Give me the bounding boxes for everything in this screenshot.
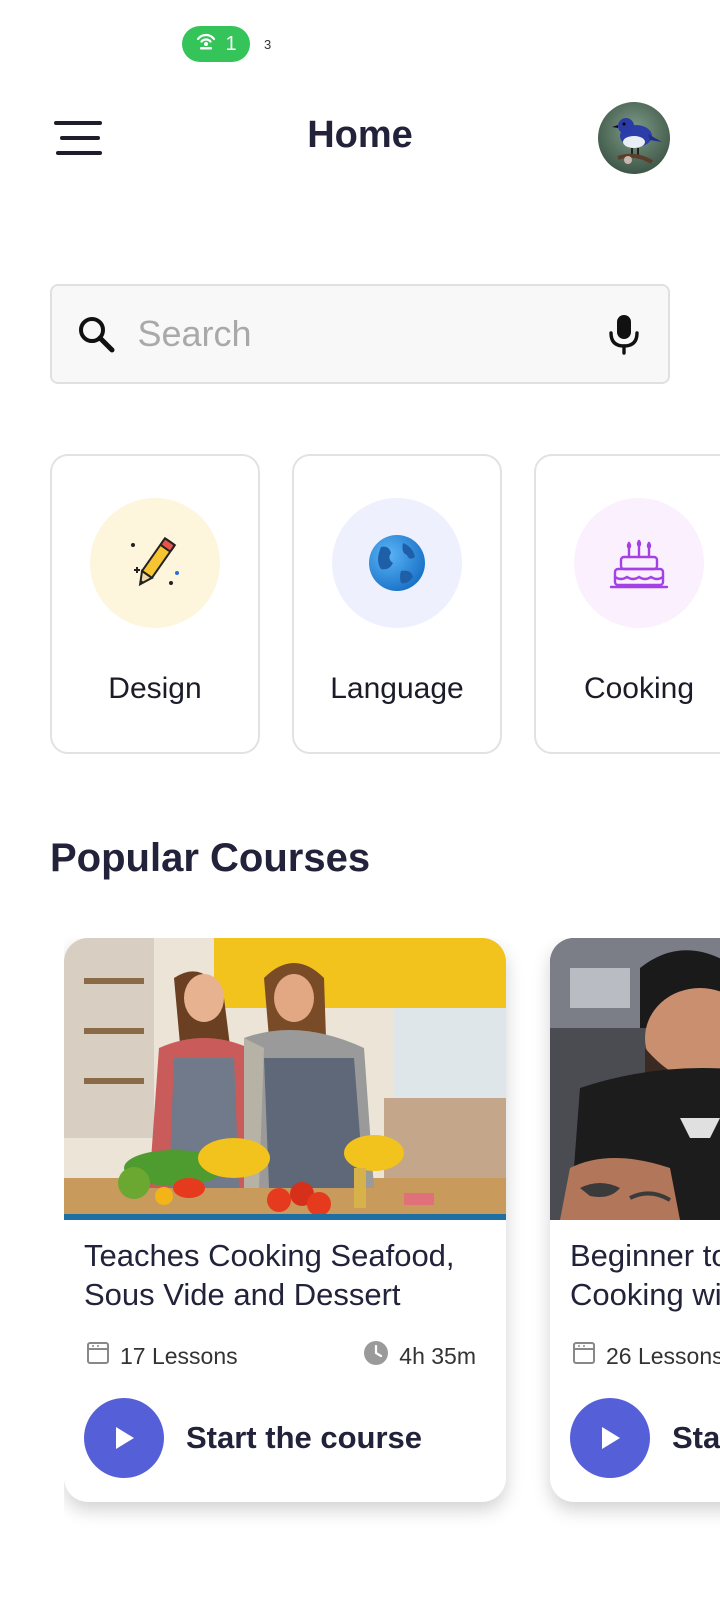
- hotspot-count: 1: [225, 32, 237, 55]
- play-icon: [116, 1427, 134, 1449]
- cake-icon: [609, 539, 669, 589]
- duration: 4h 35m: [363, 1340, 476, 1372]
- clock-icon: [363, 1340, 389, 1372]
- category-label: Design: [108, 672, 202, 705]
- category-card-language[interactable]: Language: [292, 454, 502, 754]
- category-icon-circle: [90, 498, 220, 628]
- course-title: Teaches Cooking Seafood, Sous Vide and D…: [84, 1238, 455, 1312]
- play-button[interactable]: [570, 1398, 650, 1478]
- course-meta: 17 Lessons 4h 35m: [64, 1336, 506, 1376]
- category-label: Language: [330, 672, 464, 705]
- pencil-icon: [131, 536, 179, 587]
- status-bar: 1 3: [182, 26, 271, 62]
- start-course-button[interactable]: Start the course: [570, 1398, 720, 1478]
- section-title-popular: Popular Courses: [50, 836, 371, 880]
- lessons-label: 17 Lessons: [120, 1342, 238, 1369]
- lessons-count: 17 Lessons: [86, 1341, 238, 1371]
- course-card[interactable]: Teaches Cooking Seafood, Sous Vide and D…: [64, 938, 506, 1502]
- status-small-text: 3: [264, 36, 272, 52]
- start-course-label: Start the course: [186, 1420, 423, 1455]
- search-icon: [74, 312, 118, 356]
- calendar-icon: [572, 1341, 596, 1371]
- lessons-count: 26 Lessons: [572, 1341, 720, 1371]
- start-course-button[interactable]: Start the course: [84, 1398, 422, 1478]
- avatar[interactable]: [598, 102, 670, 174]
- globe-icon: [369, 535, 425, 591]
- category-list: Design Language Cooking: [50, 454, 720, 754]
- image-progress-bar: [64, 1214, 506, 1220]
- course-image-chef: [550, 938, 720, 1220]
- course-image-cooking-kitchen: [64, 938, 506, 1220]
- calendar-icon: [86, 1341, 110, 1371]
- play-icon: [602, 1427, 620, 1449]
- course-meta: 26 Lessons: [550, 1336, 720, 1376]
- play-button[interactable]: [84, 1398, 164, 1478]
- bird-avatar-icon: [598, 102, 670, 174]
- app-header: Home: [0, 98, 720, 178]
- search-input[interactable]: [117, 313, 603, 355]
- category-icon-circle: [332, 498, 462, 628]
- hotspot-indicator[interactable]: 1: [182, 26, 250, 62]
- category-label: Cooking: [583, 672, 695, 705]
- start-course-label: Start the course: [672, 1420, 720, 1455]
- category-icon-circle: [574, 498, 704, 628]
- category-card-design[interactable]: Design: [50, 454, 260, 754]
- course-title: Beginner to Pro: Learn Cooking with 25 s…: [570, 1238, 720, 1312]
- course-card[interactable]: Beginner to Pro: Learn Cooking with 25 s…: [550, 938, 720, 1502]
- microphone-icon[interactable]: [603, 312, 647, 356]
- category-card-cooking[interactable]: Cooking: [534, 454, 720, 754]
- lessons-label: 26 Lessons: [606, 1342, 720, 1369]
- duration-label: 4h 35m: [399, 1342, 476, 1369]
- course-list: Teaches Cooking Seafood, Sous Vide and D…: [64, 938, 720, 1538]
- search-bar[interactable]: [50, 284, 670, 384]
- hotspot-icon: [195, 31, 217, 57]
